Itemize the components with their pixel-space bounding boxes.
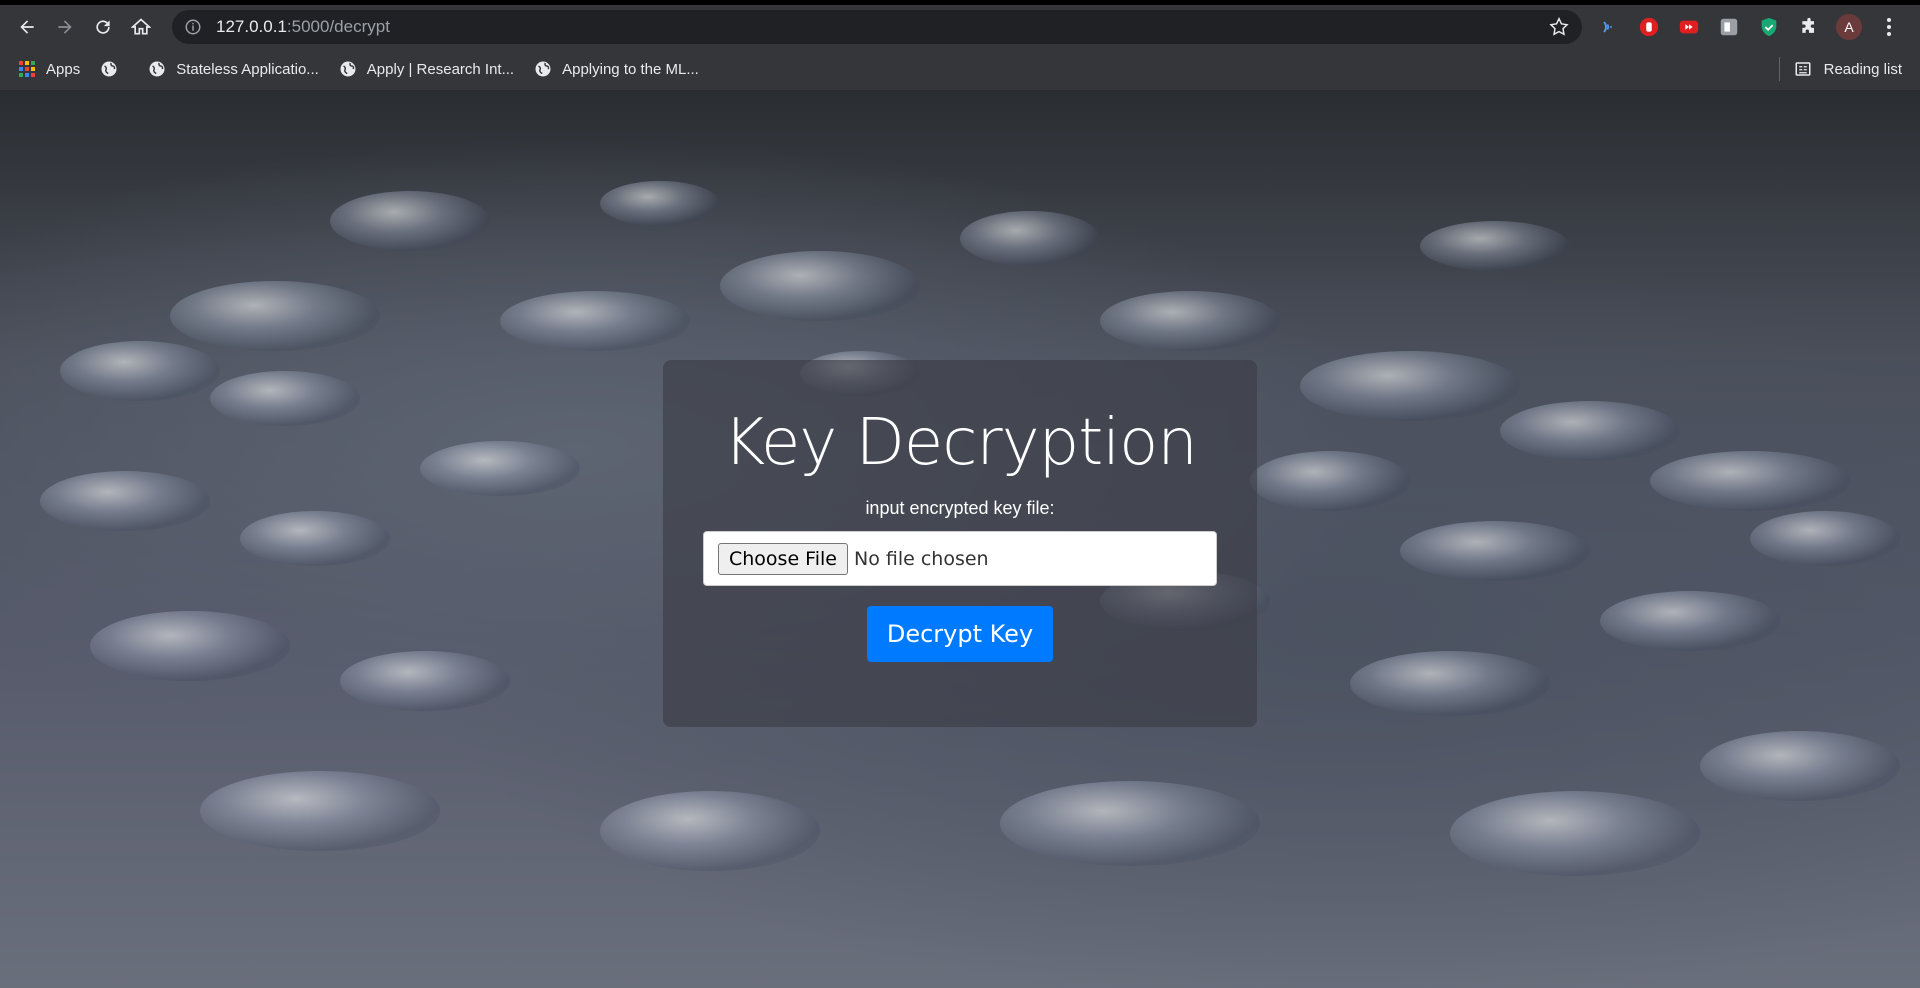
- url-path: :5000/decrypt: [286, 16, 390, 36]
- reading-list-button[interactable]: Reading list: [1778, 57, 1902, 81]
- bookmark-globe[interactable]: [100, 60, 128, 78]
- forward-button[interactable]: [46, 8, 84, 46]
- globe-icon: [149, 61, 165, 77]
- globe-icon: [340, 61, 356, 77]
- reading-list-icon: [1795, 62, 1811, 76]
- shield-extension-icon[interactable]: [1756, 14, 1782, 40]
- bookmark-label: Apps: [46, 60, 81, 78]
- tab-extension-icon[interactable]: [1716, 14, 1742, 40]
- bookmark-apply-research[interactable]: Apply | Research Int...: [339, 60, 514, 78]
- browser-toolbar: 127.0.0.1:5000/decrypt A: [0, 5, 1920, 48]
- apps-grid-icon: [19, 61, 35, 77]
- reading-list-label: Reading list: [1823, 60, 1902, 78]
- page-content: Key Decryption input encrypted key file:…: [0, 91, 1920, 988]
- arrow-right-icon: [58, 19, 72, 34]
- file-input-label: input encrypted key file:: [865, 498, 1055, 518]
- file-input[interactable]: Choose File No file chosen: [703, 531, 1217, 586]
- url-host: 127.0.0.1: [216, 16, 287, 36]
- home-button[interactable]: [122, 8, 160, 46]
- page-title: Key Decryption: [723, 406, 1198, 480]
- bookmark-label: Apply | Research Int...: [366, 60, 515, 78]
- bookmark-label: Stateless Applicatio...: [176, 60, 319, 78]
- video-extension-icon[interactable]: [1676, 14, 1702, 40]
- extensions-area: A: [1596, 13, 1902, 40]
- globe-icon: [101, 61, 117, 77]
- avatar-letter: A: [1844, 18, 1854, 35]
- decrypt-card: Key Decryption input encrypted key file:…: [663, 360, 1257, 727]
- choose-file-button[interactable]: Choose File: [718, 542, 848, 575]
- bookmarks-bar: Apps Stateless Applicatio... Apply | Res…: [0, 48, 1920, 91]
- reload-icon: [96, 19, 110, 34]
- file-status-text: No file chosen: [853, 547, 989, 570]
- info-icon[interactable]: [184, 18, 202, 36]
- bookmark-applying-ml[interactable]: Applying to the ML...: [534, 60, 699, 78]
- url-text[interactable]: 127.0.0.1:5000/decrypt: [216, 17, 390, 37]
- stop-hand-extension-icon[interactable]: [1636, 14, 1662, 40]
- decrypt-key-button[interactable]: Decrypt Key: [866, 606, 1054, 662]
- bookmark-star-icon[interactable]: [1548, 16, 1570, 38]
- globe-icon: [535, 61, 551, 77]
- home-icon: [131, 17, 151, 34]
- reload-button[interactable]: [84, 8, 122, 46]
- bookmark-label: Applying to the ML...: [562, 60, 699, 78]
- puzzle-icon[interactable]: [1796, 14, 1822, 40]
- bookmark-stateless[interactable]: Stateless Applicatio...: [148, 60, 319, 78]
- arrow-left-icon: [20, 19, 34, 34]
- profile-avatar[interactable]: A: [1836, 13, 1862, 40]
- back-button[interactable]: [8, 8, 46, 46]
- address-bar[interactable]: 127.0.0.1:5000/decrypt: [172, 9, 1582, 44]
- wifi-extension-icon[interactable]: [1596, 14, 1622, 40]
- bookmark-apps[interactable]: Apps: [18, 60, 80, 78]
- menu-kebab-icon[interactable]: [1876, 14, 1902, 40]
